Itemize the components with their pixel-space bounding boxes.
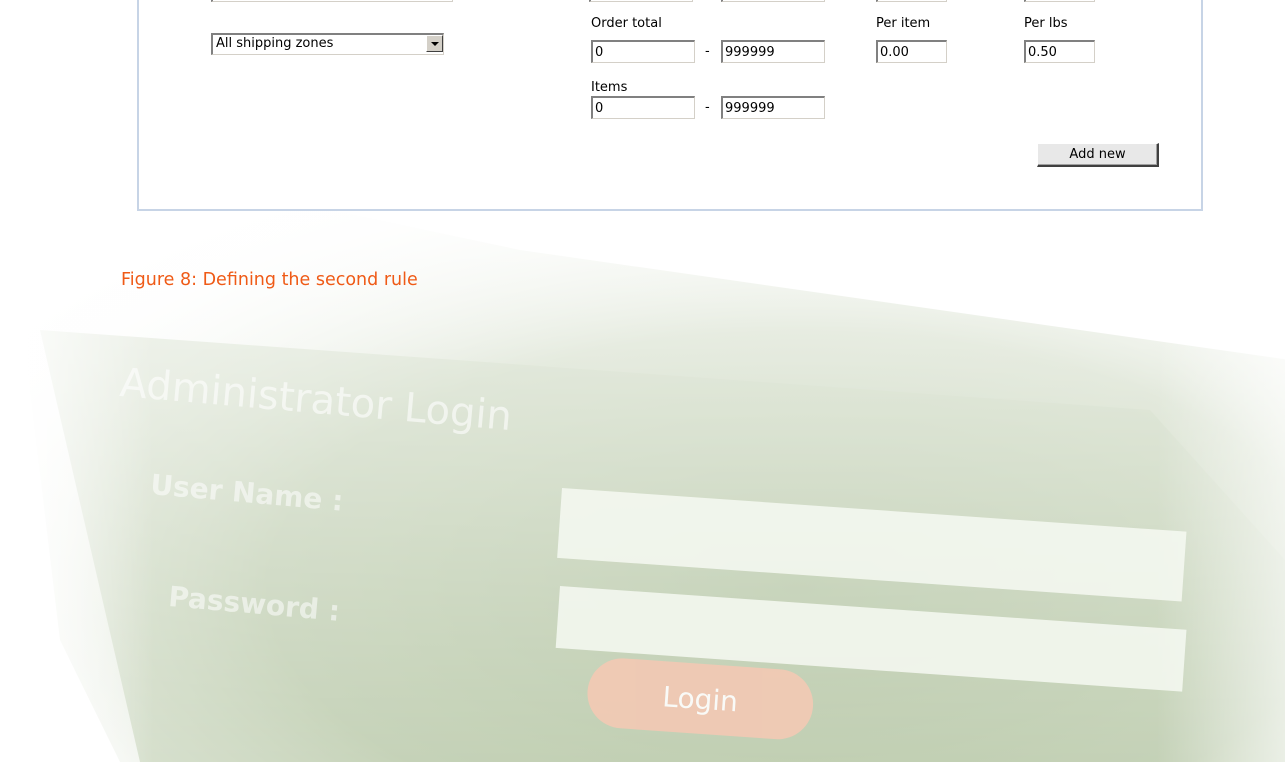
- order-total-min-input[interactable]: [591, 40, 695, 63]
- per-lbs-label: Per lbs: [1024, 16, 1068, 31]
- figure-caption: Figure 8: Defining the second rule: [121, 270, 418, 290]
- zone-select-value: All shipping zones: [216, 36, 334, 51]
- cropped-field[interactable]: [721, 0, 825, 2]
- chevron-down-icon: [426, 35, 443, 52]
- shipping-rule-panel: All shipping zones Order total - Per ite…: [137, 0, 1203, 211]
- order-total-max-input[interactable]: [721, 40, 825, 63]
- items-label: Items: [591, 80, 628, 95]
- range-separator: -: [705, 44, 710, 59]
- zone-select[interactable]: All shipping zones: [211, 33, 444, 55]
- cropped-field[interactable]: [876, 0, 947, 2]
- items-min-input[interactable]: [591, 96, 695, 119]
- per-lbs-input[interactable]: [1024, 40, 1095, 63]
- cropped-select[interactable]: [211, 0, 453, 2]
- cropped-field[interactable]: [589, 0, 693, 2]
- items-max-input[interactable]: [721, 96, 825, 119]
- per-item-input[interactable]: [876, 40, 947, 63]
- add-new-button[interactable]: Add new: [1037, 143, 1159, 167]
- cropped-field[interactable]: [1024, 0, 1095, 2]
- range-separator: -: [705, 100, 710, 115]
- per-item-label: Per item: [876, 16, 931, 31]
- order-total-label: Order total: [591, 16, 662, 31]
